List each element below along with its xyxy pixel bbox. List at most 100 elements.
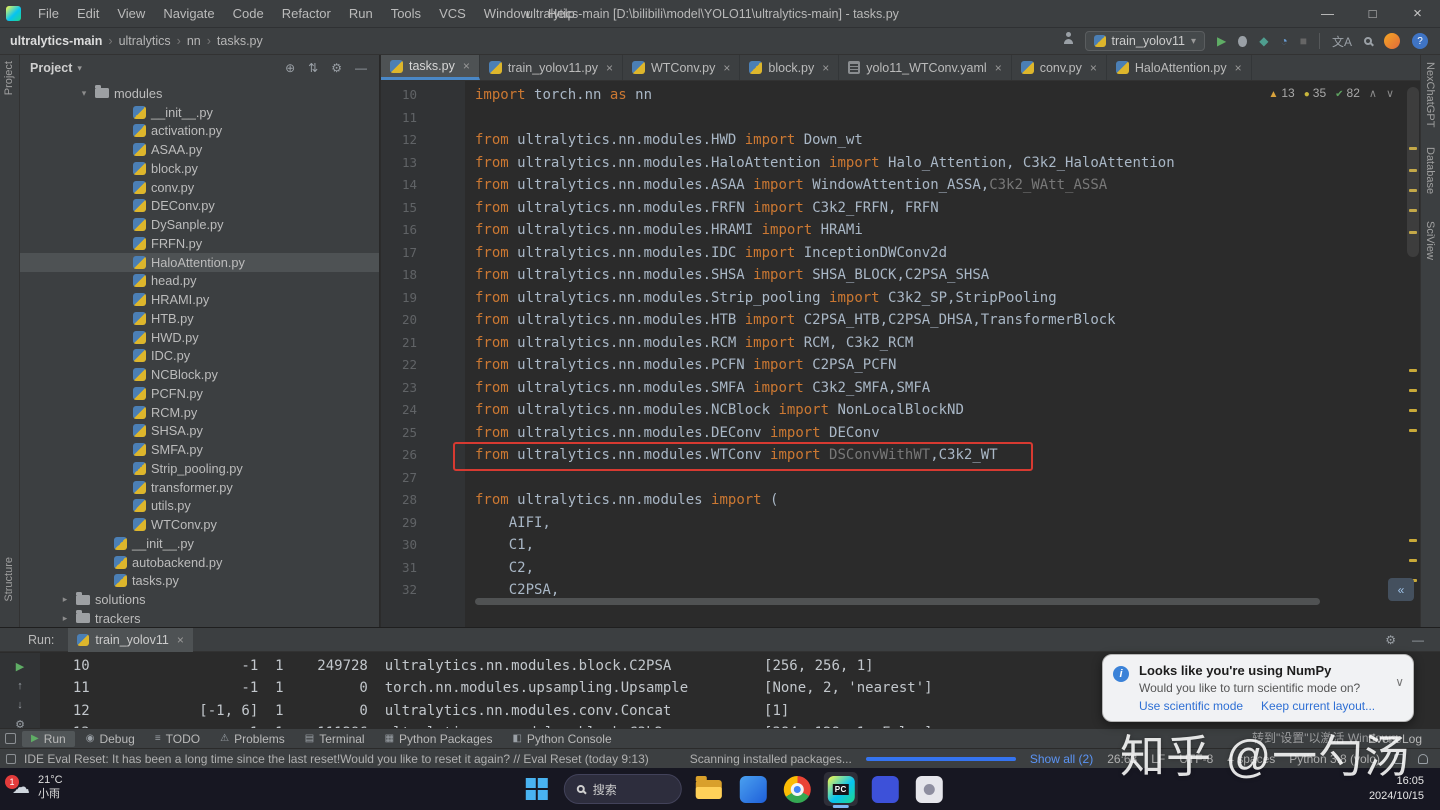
- stripe-button-sciview[interactable]: SciView: [1424, 221, 1436, 260]
- tab-close-icon[interactable]: ×: [822, 61, 829, 75]
- menu-item-code[interactable]: Code: [224, 0, 273, 28]
- gear-icon[interactable]: ⚙: [331, 61, 342, 75]
- menu-item-run[interactable]: Run: [340, 0, 382, 28]
- translate-button[interactable]: 文A: [1332, 33, 1352, 50]
- tree-item-modules[interactable]: ▾modules: [20, 84, 379, 103]
- search-everywhere-button[interactable]: [1364, 37, 1372, 45]
- tree-item-head-py[interactable]: head.py: [20, 272, 379, 291]
- editor-tab-train_yolov11-py[interactable]: train_yolov11.py×: [480, 55, 623, 80]
- tree-item-idc-py[interactable]: IDC.py: [20, 347, 379, 366]
- tree-item-smfa-py[interactable]: SMFA.py: [20, 440, 379, 459]
- tree-item-autobackend-py[interactable]: autobackend.py: [20, 553, 379, 572]
- tree-item-strip_pooling-py[interactable]: Strip_pooling.py: [20, 459, 379, 478]
- restore-toolwindow-button[interactable]: «: [1388, 578, 1414, 601]
- breadcrumb-item[interactable]: ultralytics-main: [10, 34, 102, 48]
- hide-panel-icon[interactable]: —: [1412, 633, 1424, 647]
- tree-item-pcfn-py[interactable]: PCFN.py: [20, 384, 379, 403]
- gray-app-button[interactable]: [912, 772, 946, 806]
- breadcrumb-item[interactable]: nn: [187, 34, 201, 48]
- editor-tab-conv-py[interactable]: conv.py×: [1012, 55, 1107, 80]
- tree-item-hrami-py[interactable]: HRAMI.py: [20, 290, 379, 309]
- start-button[interactable]: [520, 772, 554, 806]
- toolwindow-button-run[interactable]: ▶Run: [22, 731, 75, 747]
- weak-warnings-count[interactable]: ●35: [1304, 86, 1326, 100]
- code-lines[interactable]: 10import torch.nn as nn1112from ultralyt…: [381, 81, 1406, 627]
- rerun-button[interactable]: ▶: [16, 660, 24, 673]
- breadcrumb-item[interactable]: tasks.py: [217, 34, 263, 48]
- next-issue-icon[interactable]: ∨: [1386, 87, 1394, 100]
- vertical-scrollbar[interactable]: [1407, 87, 1419, 257]
- keep-current-layout-link[interactable]: Keep current layout...: [1261, 699, 1375, 713]
- tree-item-ncblock-py[interactable]: NCBlock.py: [20, 365, 379, 384]
- project-panel-title[interactable]: Project ▾: [30, 61, 82, 75]
- run-tab[interactable]: train_yolov11 ×: [68, 628, 192, 652]
- collapse-all-icon[interactable]: ⇅: [308, 61, 318, 75]
- editor-tab-haloattention-py[interactable]: HaloAttention.py×: [1107, 55, 1252, 80]
- toolwindow-button-todo[interactable]: ≡TODO: [146, 731, 209, 747]
- gear-icon[interactable]: ⚙: [1385, 633, 1396, 647]
- tab-close-icon[interactable]: ×: [723, 61, 730, 75]
- tab-close-icon[interactable]: ×: [995, 61, 1002, 75]
- toolwindow-switcher-icon[interactable]: [5, 733, 16, 744]
- tree-item-shsa-py[interactable]: SHSA.py: [20, 422, 379, 441]
- tree-item-activation-py[interactable]: activation.py: [20, 122, 379, 141]
- warnings-count[interactable]: ▲13: [1268, 86, 1294, 100]
- toolwindow-button-problems[interactable]: ⚠Problems: [211, 731, 294, 747]
- toolwindow-button-terminal[interactable]: ▤Terminal: [296, 731, 374, 747]
- minimize-button[interactable]: —: [1305, 0, 1350, 28]
- tab-close-icon[interactable]: ×: [1235, 61, 1242, 75]
- editor-tab-block-py[interactable]: block.py×: [740, 55, 839, 80]
- blue-app-button[interactable]: [736, 772, 770, 806]
- run-config-selector[interactable]: train_yolov11 ▾: [1085, 31, 1205, 51]
- toolwindow-button-python-packages[interactable]: ▦Python Packages: [376, 731, 502, 747]
- debug-button[interactable]: [1238, 36, 1247, 47]
- tree-item-__init__-py[interactable]: __init__.py: [20, 534, 379, 553]
- tree-item-deconv-py[interactable]: DEConv.py: [20, 197, 379, 216]
- passed-count[interactable]: ✔82: [1335, 86, 1360, 100]
- stripe-button-nexchatgpt[interactable]: NexChatGPT: [1424, 62, 1436, 127]
- chevron-down-icon[interactable]: ∨: [1395, 675, 1404, 689]
- inspections-widget[interactable]: ▲13 ●35 ✔82 ∧ ∨: [1268, 86, 1394, 100]
- tree-item-tasks-py[interactable]: tasks.py: [20, 572, 379, 591]
- tree-item-rcm-py[interactable]: RCM.py: [20, 403, 379, 422]
- stripe-button-project[interactable]: Project: [3, 61, 15, 95]
- menu-item-navigate[interactable]: Navigate: [154, 0, 223, 28]
- coverage-button[interactable]: ◆: [1259, 34, 1268, 48]
- user-avatar[interactable]: [1384, 33, 1400, 49]
- close-button[interactable]: ×: [1395, 0, 1440, 28]
- toolwindow-button-debug[interactable]: ◉Debug: [77, 731, 144, 747]
- bell-icon[interactable]: [1418, 754, 1428, 764]
- breadcrumb-item[interactable]: ultralytics: [119, 34, 171, 48]
- menu-item-tools[interactable]: Tools: [382, 0, 430, 28]
- prev-issue-icon[interactable]: ∧: [1369, 87, 1377, 100]
- maximize-button[interactable]: □: [1350, 0, 1395, 28]
- tab-close-icon[interactable]: ×: [606, 61, 613, 75]
- tab-close-icon[interactable]: ×: [1090, 61, 1097, 75]
- tree-item-dysanple-py[interactable]: DySanple.py: [20, 215, 379, 234]
- run-button[interactable]: ▶: [1217, 34, 1226, 48]
- settings-icon[interactable]: ⚙: [15, 718, 25, 728]
- tree-item-asaa-py[interactable]: ASAA.py: [20, 140, 379, 159]
- menu-item-view[interactable]: View: [108, 0, 154, 28]
- scroll-down-button[interactable]: ↓: [17, 699, 23, 711]
- menu-item-edit[interactable]: Edit: [68, 0, 108, 28]
- tree-item-utils-py[interactable]: utils.py: [20, 497, 379, 516]
- toolwindow-button-python-console[interactable]: ◧Python Console: [503, 731, 620, 747]
- collaborate-icon[interactable]: [1064, 39, 1073, 44]
- tree-item-trackers[interactable]: ▸trackers: [20, 609, 379, 627]
- tree-item-__init__-py[interactable]: __init__.py: [20, 103, 379, 122]
- chrome-button[interactable]: [780, 772, 814, 806]
- editor-tab-tasks-py[interactable]: tasks.py×: [381, 55, 480, 80]
- weather-widget[interactable]: ☁1 21°C小雨: [12, 773, 63, 801]
- grid-icon[interactable]: [6, 754, 16, 764]
- scroll-up-button[interactable]: ↑: [17, 680, 23, 692]
- stripe-button-structure[interactable]: Structure: [3, 557, 15, 602]
- tree-item-frfn-py[interactable]: FRFN.py: [20, 234, 379, 253]
- menu-item-refactor[interactable]: Refactor: [273, 0, 340, 28]
- editor-tab-yolo11_wtconv-yaml[interactable]: yolo11_WTConv.yaml×: [839, 55, 1011, 80]
- tree-item-conv-py[interactable]: conv.py: [20, 178, 379, 197]
- editor-tab-wtconv-py[interactable]: WTConv.py×: [623, 55, 740, 80]
- indigo-app-button[interactable]: [868, 772, 902, 806]
- hide-panel-icon[interactable]: —: [355, 61, 367, 75]
- tree-item-htb-py[interactable]: HTB.py: [20, 309, 379, 328]
